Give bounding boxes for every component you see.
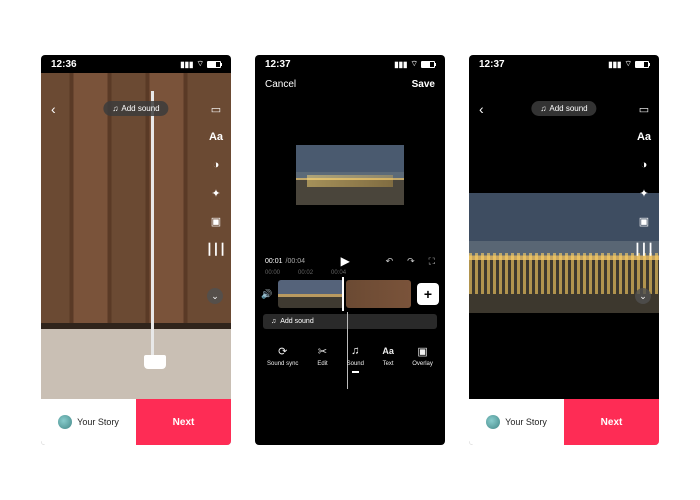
screen-upload-2: 12:37 ▮▮▮ ⌔ ‹ ♫ Add sound ▭ Aa ◑ ✦ ▣ ┃┃┃…	[469, 55, 659, 445]
timer-icon[interactable]: ◑	[207, 157, 225, 173]
effects-icon[interactable]: ✦	[635, 185, 653, 201]
screen-editor: 12:37 ▮▮▮ ⌔ Cancel Save 00:01 /00:04 ▶ ↶…	[255, 55, 445, 445]
status-bar: 12:37 ▮▮▮ ⌔	[255, 55, 445, 73]
signal-icon: ▮▮▮	[180, 60, 193, 69]
clip-1[interactable]	[278, 280, 343, 308]
volume-icon[interactable]: 🔊	[261, 289, 272, 300]
playback-row: 00:01 /00:04 ▶ ↶ ↷ ⛶	[255, 250, 445, 268]
add-sound-button[interactable]: ♫ Add sound	[531, 101, 596, 116]
cancel-button[interactable]: Cancel	[265, 79, 296, 90]
back-button[interactable]: ‹	[51, 101, 56, 117]
add-sound-button[interactable]: ♫ Add sound	[103, 101, 168, 116]
tool-sound-sync[interactable]: ⟳Sound sync	[267, 343, 298, 367]
right-toolbar: ▭ Aa ◑ ✦ ▣ ┃┃┃	[635, 101, 653, 257]
music-icon: ♫	[347, 343, 363, 359]
save-button[interactable]: Save	[412, 79, 435, 90]
text-icon[interactable]: Aa	[635, 129, 653, 145]
battery-icon	[421, 61, 435, 68]
bottom-bar: Your Story Next	[41, 399, 231, 445]
clock: 12:37	[479, 59, 505, 70]
wifi-icon: ⌔	[624, 59, 632, 69]
your-story-button[interactable]: Your Story	[469, 399, 564, 445]
bottom-bar: Your Story Next	[469, 399, 659, 445]
play-button[interactable]: ▶	[341, 254, 350, 268]
flip-icon[interactable]: ▭	[635, 101, 653, 117]
avatar	[486, 415, 500, 429]
status-bar: 12:37 ▮▮▮ ⌔	[469, 55, 659, 73]
battery-icon	[207, 61, 221, 68]
add-clip-button[interactable]: +	[417, 283, 439, 305]
redo-button[interactable]: ↷	[407, 256, 415, 267]
status-bar: 12:36 ▮▮▮ ⌔	[41, 55, 231, 73]
undo-button[interactable]: ↶	[386, 256, 394, 267]
text-icon: Aa	[380, 343, 396, 359]
next-button[interactable]: Next	[136, 399, 231, 445]
scissors-icon: ✂	[315, 343, 331, 359]
adjust-icon[interactable]: ┃┃┃	[635, 241, 653, 257]
time-duration: /00:04	[286, 258, 305, 265]
text-icon[interactable]: Aa	[207, 129, 225, 145]
clip-track[interactable]	[278, 280, 411, 308]
crop-icon[interactable]: ▣	[207, 213, 225, 229]
battery-icon	[635, 61, 649, 68]
tool-text[interactable]: AaText	[380, 343, 396, 367]
music-icon: ♫	[112, 104, 118, 113]
overlay-icon: ▣	[415, 343, 431, 359]
editor-header: Cancel Save	[255, 73, 445, 96]
media-preview: ‹ ♫ Add sound ▭ Aa ◑ ✦ ▣ ┃┃┃ ⌄	[469, 73, 659, 399]
signal-icon: ▮▮▮	[394, 60, 407, 69]
wifi-icon: ⌔	[196, 59, 204, 69]
tool-overlay[interactable]: ▣Overlay	[412, 343, 433, 367]
fullscreen-button[interactable]: ⛶	[429, 256, 435, 267]
right-toolbar: ▭ Aa ◑ ✦ ▣ ┃┃┃	[207, 101, 225, 257]
status-icons: ▮▮▮ ⌔	[394, 59, 435, 69]
music-icon: ♫	[271, 318, 276, 325]
clock: 12:36	[51, 59, 77, 70]
time-ticks: 00:00 00:02 00:04	[255, 268, 445, 280]
screen-upload-1: 12:36 ▮▮▮ ⌔ ‹ ♫ Add sound ▭ Aa ◑ ✦ ▣ ┃┃┃…	[41, 55, 231, 445]
video-preview[interactable]	[296, 100, 404, 250]
effects-icon[interactable]: ✦	[207, 185, 225, 201]
status-icons: ▮▮▮ ⌔	[608, 59, 649, 69]
back-button[interactable]: ‹	[479, 101, 484, 117]
editor-toolbar: ⟳Sound sync ✂Edit ♫Sound AaText ▣Overlay	[255, 335, 445, 377]
avatar	[58, 415, 72, 429]
collapse-button[interactable]: ⌄	[635, 288, 651, 304]
clip-2[interactable]	[346, 280, 411, 308]
playhead[interactable]	[342, 277, 344, 311]
your-story-button[interactable]: Your Story	[41, 399, 136, 445]
adjust-icon[interactable]: ┃┃┃	[207, 241, 225, 257]
status-icons: ▮▮▮ ⌔	[180, 59, 221, 69]
tool-edit[interactable]: ✂Edit	[315, 343, 331, 367]
timeline[interactable]: 🔊 +	[255, 280, 445, 308]
media-preview: ‹ ♫ Add sound ▭ Aa ◑ ✦ ▣ ┃┃┃ ⌄	[41, 73, 231, 399]
signal-icon: ▮▮▮	[608, 60, 621, 69]
next-button[interactable]: Next	[564, 399, 659, 445]
wifi-icon: ⌔	[410, 59, 418, 69]
sync-icon: ⟳	[275, 343, 291, 359]
sound-track[interactable]: ♫ Add sound	[263, 314, 437, 329]
flip-icon[interactable]: ▭	[207, 101, 225, 117]
timer-icon[interactable]: ◑	[635, 157, 653, 173]
time-position: 00:01	[265, 258, 283, 265]
tool-sound[interactable]: ♫Sound	[347, 343, 364, 367]
music-icon: ♫	[540, 104, 546, 113]
clock: 12:37	[265, 59, 291, 70]
crop-icon[interactable]: ▣	[635, 213, 653, 229]
preview-frame	[296, 145, 404, 205]
collapse-button[interactable]: ⌄	[207, 288, 223, 304]
photo-city	[469, 193, 659, 313]
